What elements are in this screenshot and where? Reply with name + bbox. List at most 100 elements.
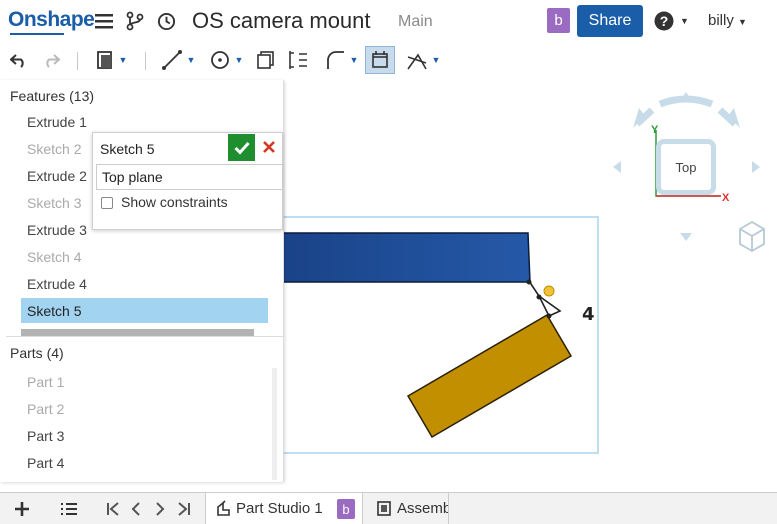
next-tab-button[interactable]	[152, 499, 168, 519]
feature-item[interactable]: Sketch 4	[27, 249, 81, 265]
chevron-down-icon: ▼	[431, 55, 441, 65]
sketch-dimension[interactable]: 4	[582, 304, 595, 325]
line-tool-button[interactable]: ▼	[157, 46, 199, 74]
undo-button[interactable]	[8, 46, 30, 74]
feature-item-selected[interactable]: Sketch 5	[27, 303, 81, 319]
view-cube-top-face[interactable]: Top	[656, 139, 716, 195]
chevron-down-icon: ▼	[234, 55, 244, 65]
cancel-button[interactable]	[258, 136, 280, 158]
skip-first-icon	[107, 502, 119, 516]
chevron-down-icon: ▼	[186, 55, 196, 65]
rectangle-icon	[257, 51, 274, 69]
svg-text:?: ?	[660, 13, 669, 29]
tab-list-button[interactable]	[59, 499, 79, 519]
toolbar: ▼ ▼ ▼ ▼ ▼	[0, 42, 777, 78]
dimension-icon	[289, 51, 307, 69]
chevron-down-icon: ▼	[118, 55, 128, 65]
part-blue-body[interactable]	[282, 232, 531, 283]
feature-item[interactable]: Sketch 3	[27, 195, 81, 211]
skip-last-icon	[178, 502, 190, 516]
fillet-icon	[326, 51, 344, 69]
collaborator-avatar[interactable]: b	[547, 8, 570, 33]
feature-item[interactable]: Extrude 2	[27, 168, 87, 184]
view-cube-face-label: Top	[675, 159, 697, 175]
sketch-plane-selector[interactable]: Top plane	[96, 164, 283, 190]
tab-assembly[interactable]: Assemb	[367, 493, 449, 524]
circle-tool-button[interactable]: ▼	[205, 46, 247, 74]
feature-item[interactable]: Extrude 1	[27, 114, 87, 130]
view-cube-menu-icon[interactable]	[739, 220, 765, 253]
line-icon	[161, 50, 182, 70]
arrow-down-icon[interactable]	[680, 233, 692, 241]
user-menu[interactable]: billy ▼	[708, 12, 747, 29]
panel-divider	[6, 336, 284, 337]
add-tab-button[interactable]	[12, 499, 32, 519]
redo-button[interactable]	[40, 46, 62, 74]
version-graph-icon[interactable]	[125, 11, 145, 31]
feature-item[interactable]: Extrude 3	[27, 222, 87, 238]
show-constraints-label[interactable]: Show constraints	[121, 194, 228, 210]
list-icon	[61, 503, 77, 515]
insert-menu-button[interactable]: ▼	[90, 46, 132, 74]
top-bar: Onshape OS camera mount Main b Share ? ▼…	[0, 0, 777, 42]
arrow-right-icon[interactable]	[752, 161, 760, 173]
chevron-right-icon	[156, 502, 165, 516]
tab-label: Assemb	[397, 500, 449, 517]
toolbar-divider	[145, 52, 146, 70]
part-item[interactable]: Part 4	[27, 455, 64, 471]
sketch-name-field[interactable]: Sketch 5	[100, 141, 154, 157]
accept-button[interactable]	[228, 134, 255, 161]
user-name: billy	[708, 12, 734, 29]
sketch-point[interactable]	[526, 279, 532, 285]
rectangle-tool-button[interactable]	[255, 46, 277, 74]
use-tool-button[interactable]	[365, 46, 395, 74]
sketch-point[interactable]	[546, 313, 552, 319]
chevron-left-icon	[131, 502, 140, 516]
features-header[interactable]: Features (13)	[10, 88, 94, 104]
fillet-tool-button[interactable]: ▼	[320, 46, 362, 74]
rollback-bar[interactable]	[21, 329, 254, 336]
part-gold-body[interactable]	[406, 313, 573, 439]
part-item[interactable]: Part 1	[27, 374, 64, 390]
sketch-lines[interactable]	[528, 280, 562, 317]
arrow-left-icon[interactable]	[613, 161, 621, 173]
sketch-point[interactable]	[536, 294, 542, 300]
show-constraints-checkbox[interactable]	[101, 197, 113, 209]
toolbar-divider	[77, 52, 78, 70]
last-tab-button[interactable]	[175, 499, 193, 519]
check-icon	[233, 141, 250, 155]
feature-item[interactable]: Sketch 2	[27, 141, 81, 157]
history-clock-icon[interactable]	[156, 11, 176, 31]
tab-label: Part Studio 1	[236, 500, 323, 517]
part-item[interactable]: Part 3	[27, 428, 64, 444]
chevron-down-icon: ▼	[738, 17, 747, 27]
constraint-icon	[406, 53, 427, 70]
sketch-midpoint-marker[interactable]	[543, 285, 555, 297]
close-icon	[263, 141, 275, 153]
document-title[interactable]: OS camera mount	[192, 8, 371, 34]
chevron-down-icon: ▼	[680, 16, 689, 26]
part-item[interactable]: Part 2	[27, 401, 64, 417]
onshape-logo[interactable]: Onshape	[8, 8, 95, 32]
tab-bar: Part Studio 1 b Assemb	[0, 492, 777, 524]
feature-item[interactable]: Extrude 4	[27, 276, 87, 292]
first-tab-button[interactable]	[104, 499, 122, 519]
chevron-down-icon: ▼	[349, 55, 359, 65]
previous-tab-button[interactable]	[128, 499, 144, 519]
insert-icon	[96, 51, 112, 69]
constraint-tool-button[interactable]: ▼	[402, 46, 444, 74]
use-project-icon	[372, 51, 388, 68]
help-icon: ?	[654, 11, 674, 31]
sketch-dialog: Sketch 5 Top plane Show constraints	[92, 132, 283, 230]
redo-icon	[46, 54, 60, 68]
share-button[interactable]: Share	[577, 5, 643, 37]
tab-part-studio[interactable]: Part Studio 1 b	[205, 493, 363, 524]
help-menu-button[interactable]: ? ▼	[654, 10, 690, 32]
logo-underline	[10, 33, 64, 35]
dimension-tool-button[interactable]	[287, 46, 309, 74]
hamburger-menu-icon[interactable]	[94, 11, 114, 31]
assembly-icon	[377, 501, 391, 516]
circle-icon	[210, 51, 229, 69]
parts-header[interactable]: Parts (4)	[10, 345, 64, 361]
parts-scrollbar[interactable]	[272, 368, 277, 480]
